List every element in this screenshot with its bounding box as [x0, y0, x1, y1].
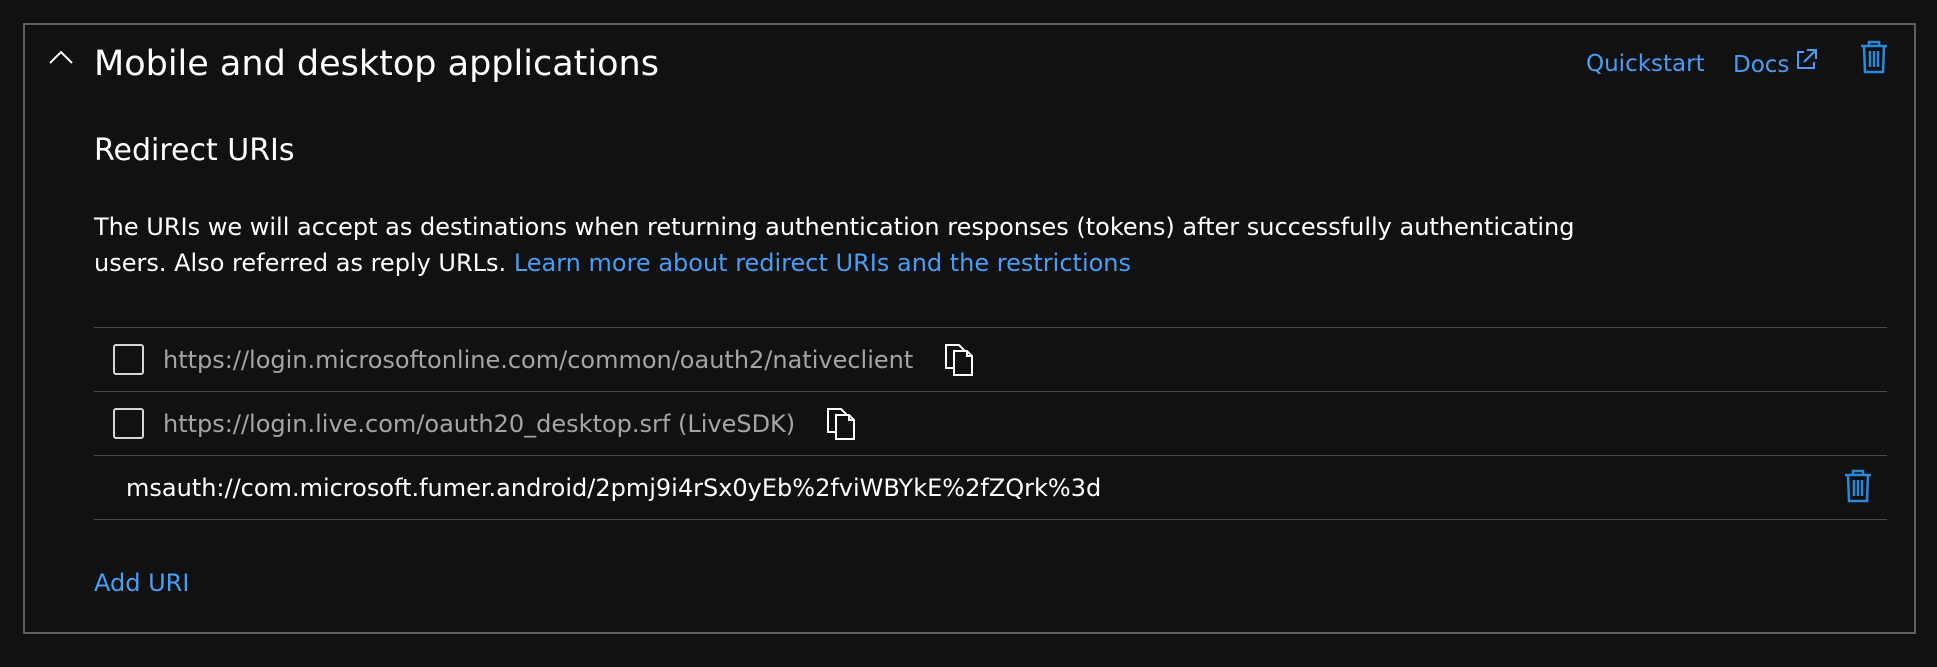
add-uri-link[interactable]: Add URI [94, 565, 189, 601]
chevron-up-icon[interactable] [47, 47, 75, 67]
suggested-uri-text: https://login.microsoftonline.com/common… [163, 345, 914, 374]
suggested-uri-row: https://login.live.com/oauth20_desktop.s… [94, 391, 1887, 455]
external-link-icon [1789, 47, 1819, 83]
custom-uri-row: msauth://com.microsoft.fumer.android/2pm… [94, 455, 1887, 520]
copy-icon[interactable] [941, 341, 977, 379]
redirect-uris-description: The URIs we will accept as destinations … [94, 209, 1654, 281]
delete-uri-trash-icon[interactable] [1843, 468, 1873, 508]
delete-platform-trash-icon[interactable] [1859, 39, 1889, 79]
redirect-uri-list: https://login.microsoftonline.com/common… [94, 327, 1887, 520]
copy-icon[interactable] [823, 405, 859, 443]
learn-more-link[interactable]: Learn more about redirect URIs and the r… [514, 249, 1131, 277]
custom-uri-text[interactable]: msauth://com.microsoft.fumer.android/2pm… [126, 474, 1101, 502]
quickstart-link[interactable]: Quickstart [1586, 47, 1705, 81]
docs-link[interactable]: Docs [1733, 47, 1819, 83]
suggested-uri-row: https://login.microsoftonline.com/common… [94, 327, 1887, 391]
uri-checkbox[interactable] [113, 344, 144, 375]
uri-checkbox[interactable] [113, 408, 144, 439]
redirect-uris-heading: Redirect URIs [94, 133, 295, 168]
docs-link-label: Docs [1733, 52, 1790, 78]
panel-title: Mobile and desktop applications [94, 44, 659, 84]
suggested-uri-text: https://login.live.com/oauth20_desktop.s… [163, 409, 796, 438]
mobile-desktop-platform-panel: Mobile and desktop applications Quicksta… [23, 23, 1916, 634]
